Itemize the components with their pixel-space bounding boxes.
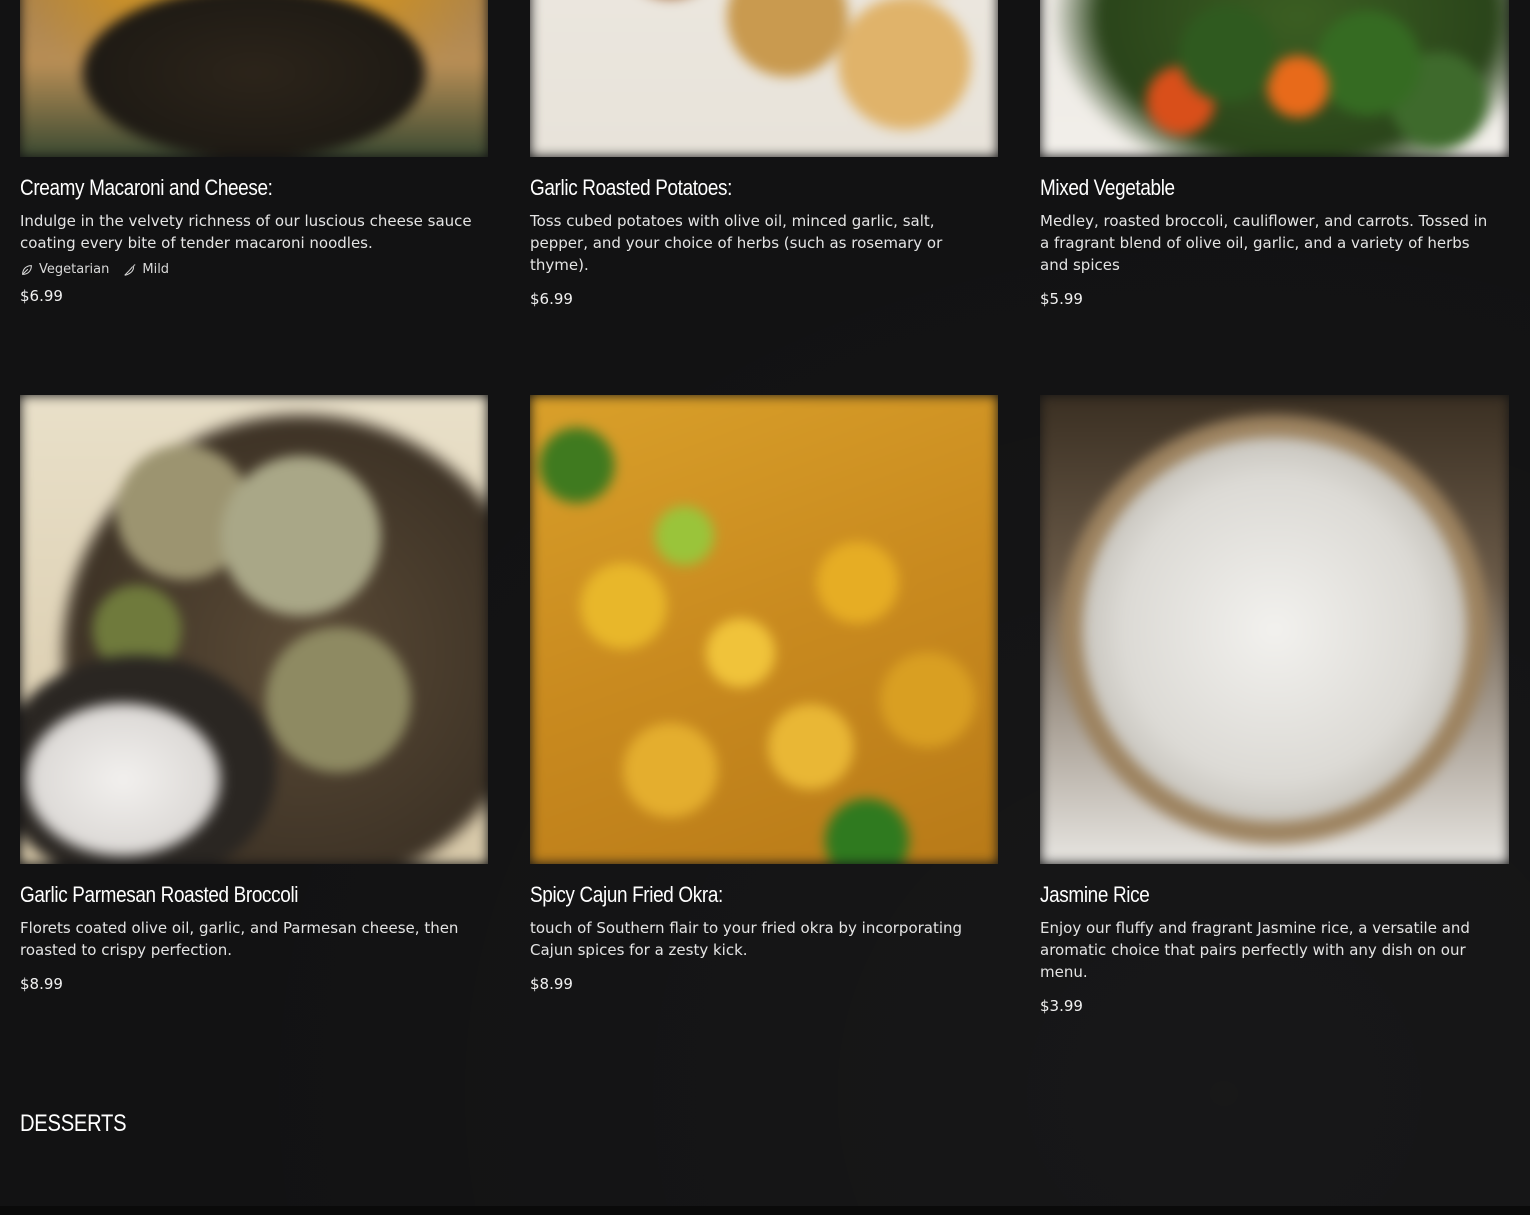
menu-item-name: Mixed Vegetable (1040, 175, 1175, 200)
menu-grid-row-1: Creamy Macaroni and Cheese: Indulge in t… (20, 0, 1510, 308)
tag-vegetarian: Vegetarian (20, 262, 109, 277)
menu-item-photo-wrap (530, 395, 998, 864)
tag-label: Vegetarian (39, 262, 110, 277)
menu-item-price: $6.99 (530, 290, 573, 308)
menu-item-description: Florets coated olive oil, garlic, and Pa… (20, 919, 459, 959)
menu-item-price: $6.99 (20, 287, 63, 305)
menu-item-photo-wrap (20, 395, 488, 864)
menu-item-photo-wrap (1040, 395, 1509, 864)
menu-item-photo (530, 0, 998, 157)
menu-item-photo (1040, 0, 1509, 157)
menu-item-name: Jasmine Rice (1040, 882, 1150, 907)
menu-item-photo-wrap (530, 0, 998, 157)
menu-item-name: Spicy Cajun Fried Okra: (530, 882, 723, 907)
menu-item-photo (1040, 395, 1509, 864)
menu-item-card[interactable]: Garlic Parmesan Roasted Broccoli Florets… (20, 395, 488, 1015)
menu-item-card[interactable]: Garlic Roasted Potatoes: Toss cubed pota… (530, 0, 998, 308)
section-divider (0, 1206, 1530, 1215)
menu-item-photo (20, 0, 488, 157)
menu-item-photo-wrap (20, 0, 488, 157)
menu-item-price: $5.99 (1040, 290, 1083, 308)
chili-pepper-icon (124, 263, 136, 276)
menu-item-description: Enjoy our fluffy and fragrant Jasmine ri… (1040, 919, 1470, 981)
menu-item-name: Creamy Macaroni and Cheese: (20, 175, 273, 200)
tag-mild: Mild (123, 262, 169, 277)
menu-item-description: Toss cubed potatoes with olive oil, minc… (530, 212, 943, 274)
menu-item-card[interactable]: Jasmine Rice Enjoy our fluffy and fragra… (1040, 395, 1509, 1015)
menu-item-card[interactable]: Mixed Vegetable Medley, roasted broccoli… (1040, 0, 1509, 308)
menu-item-card[interactable]: Creamy Macaroni and Cheese: Indulge in t… (20, 0, 488, 308)
menu-item-price: $3.99 (1040, 997, 1083, 1015)
menu-item-name: Garlic Parmesan Roasted Broccoli (20, 882, 299, 907)
leaf-icon (22, 264, 32, 275)
menu-item-description: Medley, roasted broccoli, cauliflower, a… (1040, 212, 1488, 274)
menu-item-photo (530, 395, 998, 864)
menu-item-description: Indulge in the velvety richness of our l… (20, 212, 472, 252)
tag-label: Mild (142, 262, 170, 277)
menu-grid-row-2: Garlic Parmesan Roasted Broccoli Florets… (20, 395, 1510, 1015)
section-title-desserts: DESSERTS (20, 1110, 127, 1137)
menu-item-photo (20, 395, 488, 864)
menu-page: Creamy Macaroni and Cheese: Indulge in t… (0, 0, 1530, 1215)
menu-item-price: $8.99 (20, 975, 63, 993)
menu-item-name: Garlic Roasted Potatoes: (530, 175, 733, 200)
menu-item-price: $8.99 (530, 975, 573, 993)
menu-item-tags: Vegetarian Mild (20, 262, 488, 277)
menu-item-description: touch of Southern flair to your fried ok… (530, 919, 963, 959)
menu-item-photo-wrap (1040, 0, 1509, 157)
menu-item-card[interactable]: Spicy Cajun Fried Okra: touch of Souther… (530, 395, 998, 1015)
